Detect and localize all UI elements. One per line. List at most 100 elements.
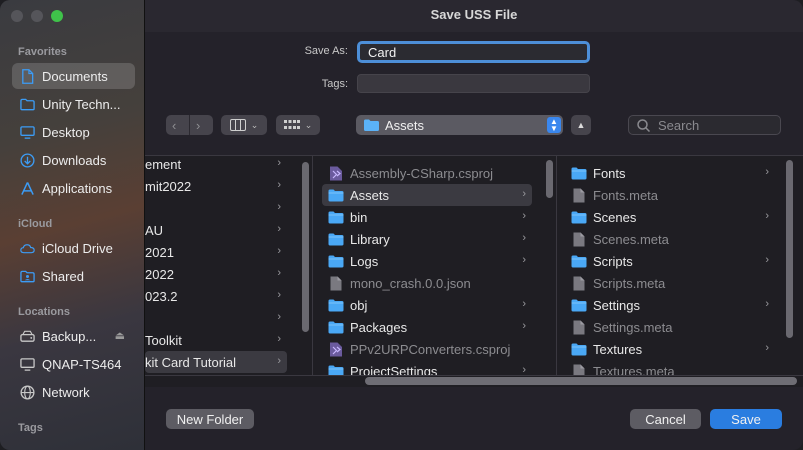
sidebar-item-label: QNAP-TS464	[42, 356, 122, 372]
zoom-window-button[interactable]	[51, 10, 63, 22]
search-field[interactable]	[628, 115, 781, 135]
list-item[interactable]: ›	[145, 307, 287, 329]
folder-row[interactable]: Textures ›	[565, 338, 775, 360]
folder-icon	[571, 210, 587, 224]
file-row[interactable]: Scripts.meta	[565, 272, 775, 294]
list-item[interactable]: 2022 ›	[145, 263, 287, 285]
folder-row[interactable]: Scenes ›	[565, 206, 775, 228]
item-label: kit Card Tutorial	[145, 354, 237, 370]
sidebar-item-icloud-drive[interactable]: iCloud Drive	[12, 235, 135, 261]
sidebar-item-qnap-ts464[interactable]: QNAP-TS464	[12, 351, 135, 377]
document-icon	[18, 68, 36, 84]
folder-icon	[328, 298, 344, 312]
chevron-right-icon: ›	[522, 298, 526, 310]
folder-row[interactable]: Assets ›	[322, 184, 532, 206]
list-item[interactable]: mit2022 ›	[145, 175, 287, 197]
close-window-button[interactable]	[11, 10, 23, 22]
folder-row[interactable]: ProjectSettings ›	[322, 360, 532, 375]
applications-icon	[18, 180, 36, 196]
item-label: Scripts.meta	[593, 275, 666, 291]
chevron-right-icon: ›	[277, 355, 281, 367]
group-by-button[interactable]: ⌄	[276, 115, 320, 135]
chevron-right-icon: ›	[765, 254, 769, 266]
item-label: 2021	[145, 244, 174, 260]
save-as-label: Save As:	[304, 45, 348, 57]
chevron-right-icon: ›	[765, 298, 769, 310]
back-button[interactable]: ‹	[172, 118, 176, 133]
column-scrollbar[interactable]	[546, 160, 553, 198]
file-row[interactable]: Assembly-CSharp.csproj	[322, 162, 532, 184]
list-item[interactable]: 2021 ›	[145, 241, 287, 263]
folder-icon	[328, 364, 344, 375]
item-label: Logs	[350, 253, 379, 269]
sidebar-item-desktop[interactable]: Desktop	[12, 119, 135, 145]
item-label: Assets	[350, 187, 390, 203]
item-label: mono_crash.0.0.json	[350, 275, 471, 291]
folder-icon	[364, 119, 379, 131]
folder-icon	[571, 342, 587, 356]
forward-button[interactable]: ›	[196, 118, 200, 133]
list-item[interactable]: Toolkit ›	[145, 329, 287, 351]
chevron-right-icon: ›	[277, 201, 281, 213]
csproj-file-icon	[328, 166, 344, 180]
new-folder-button[interactable]: New Folder	[166, 409, 254, 429]
sidebar-item-network[interactable]: Network	[12, 379, 135, 405]
chevron-right-icon: ›	[277, 179, 281, 191]
view-mode-button[interactable]: ⌄	[221, 115, 267, 135]
sidebar-item-backup[interactable]: Backup... ⏏	[12, 323, 135, 349]
folder-row[interactable]: Packages ›	[322, 316, 532, 338]
sidebar-item-applications[interactable]: Applications	[12, 175, 135, 201]
location-popup[interactable]: Assets ▲ ▼	[356, 115, 563, 135]
column-project: Assembly-CSharp.csproj Assets › bin › Library…	[313, 156, 537, 375]
item-label: ProjectSettings	[350, 363, 438, 376]
sidebar-item-unity-techn[interactable]: Unity Techn...	[12, 91, 135, 117]
item-label: bin	[350, 209, 368, 225]
folder-row[interactable]: obj ›	[322, 294, 532, 316]
sidebar-item-label: Backup...	[42, 328, 97, 344]
locations-header: Locations	[18, 306, 70, 318]
folder-row[interactable]: Settings ›	[565, 294, 775, 316]
horizontal-scrollbar[interactable]	[365, 377, 797, 385]
search-input[interactable]	[658, 117, 768, 133]
list-item[interactable]: ›	[145, 197, 287, 219]
column-assets: Fonts › Fonts.meta Scenes › Scenes.meta Script…	[557, 156, 779, 375]
folder-row[interactable]: Fonts ›	[565, 162, 775, 184]
list-item[interactable]: 023.2 ›	[145, 285, 287, 307]
file-icon	[328, 276, 344, 290]
tags-header: Tags	[18, 422, 43, 434]
file-row[interactable]: mono_crash.0.0.json	[322, 272, 532, 294]
list-item[interactable]: ement ›	[145, 156, 287, 175]
item-label: Scenes.meta	[593, 231, 669, 247]
file-row[interactable]: Textures.meta	[565, 360, 775, 375]
chevron-right-icon: ›	[522, 232, 526, 244]
item-label: ement	[145, 156, 182, 172]
file-row[interactable]: PPv2URPConverters.csproj	[322, 338, 532, 360]
sidebar-item-downloads[interactable]: Downloads	[12, 147, 135, 173]
list-item[interactable]: AU ›	[145, 219, 287, 241]
folder-row[interactable]: bin ›	[322, 206, 532, 228]
eject-icon[interactable]: ⏏	[115, 329, 125, 342]
save-as-input[interactable]	[357, 41, 590, 63]
sidebar-item-shared[interactable]: Shared	[12, 263, 135, 289]
file-row[interactable]: Scenes.meta	[565, 228, 775, 250]
column-scrollbar[interactable]	[786, 160, 793, 338]
list-item[interactable]: kit Card Tutorial ›	[145, 351, 287, 373]
chevron-up-icon: ▲	[576, 120, 586, 130]
file-row[interactable]: Fonts.meta	[565, 184, 775, 206]
file-row[interactable]: Settings.meta	[565, 316, 775, 338]
column-scrollbar[interactable]	[302, 162, 309, 332]
chevron-right-icon: ›	[522, 320, 526, 332]
item-label: Settings	[593, 297, 640, 313]
chevron-right-icon: ›	[522, 364, 526, 375]
sidebar-item-documents[interactable]: Documents	[12, 63, 135, 89]
tags-input[interactable]	[357, 74, 590, 93]
monitor-icon	[18, 356, 36, 372]
save-button[interactable]: Save	[710, 409, 782, 429]
folder-row[interactable]: Library ›	[322, 228, 532, 250]
minimize-window-button[interactable]	[31, 10, 43, 22]
folder-row[interactable]: Logs ›	[322, 250, 532, 272]
folder-row[interactable]: Scripts ›	[565, 250, 775, 272]
cancel-button[interactable]: Cancel	[630, 409, 701, 429]
collapse-button[interactable]: ▲	[571, 115, 591, 135]
sidebar-item-label: Desktop	[42, 124, 90, 140]
